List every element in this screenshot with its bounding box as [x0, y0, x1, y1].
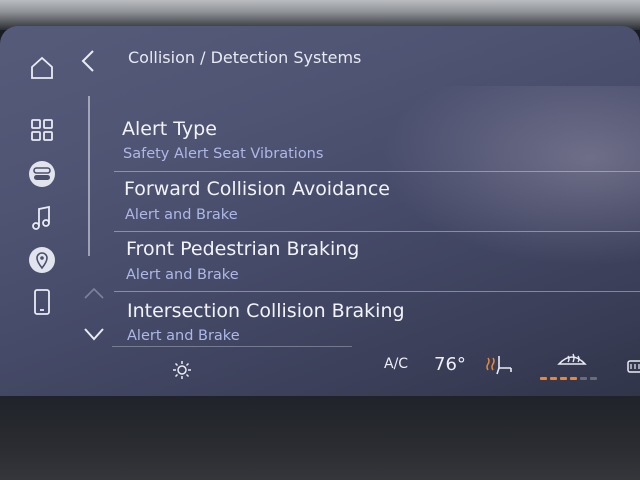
home-icon	[31, 56, 53, 79]
heated-seat-icon	[486, 356, 512, 375]
list-item-forward-collision-avoidance[interactable]: Forward Collision Avoidance Alert and Br…	[114, 172, 640, 232]
list-item-title: Intersection Collision Braking	[127, 300, 405, 322]
temperature-display[interactable]: 76°	[434, 354, 466, 375]
chevron-down-icon	[84, 328, 104, 341]
brightness-icon	[173, 361, 191, 379]
music-note-icon	[32, 205, 50, 230]
fan-level-dot	[590, 377, 597, 380]
screen-bezel-bottom	[0, 396, 640, 480]
apps-button[interactable]	[20, 112, 64, 148]
scroll-track	[88, 96, 90, 256]
back-button[interactable]	[74, 46, 102, 76]
fan-level-dot	[560, 377, 567, 380]
heated-seat-button[interactable]	[484, 354, 514, 380]
chevron-left-icon	[81, 50, 94, 72]
toggle-icon	[29, 161, 55, 187]
brightness-button[interactable]	[172, 360, 192, 384]
defrost-button[interactable]	[556, 348, 588, 378]
list-item-value: Alert and Brake	[125, 207, 238, 223]
navigation-button[interactable]	[20, 242, 64, 278]
climate-bar	[0, 350, 640, 390]
location-pin-icon	[29, 247, 55, 273]
scroll-down-button[interactable]	[82, 324, 106, 344]
audio-button[interactable]	[20, 200, 64, 236]
rear-defrost-icon	[627, 360, 640, 373]
list-item-intersection-collision-braking[interactable]: Intersection Collision Braking Alert and…	[114, 292, 640, 346]
list-item-value: Alert and Brake	[126, 267, 239, 283]
list-item-alert-type[interactable]: Alert Type Safety Alert Seat Vibrations	[114, 112, 640, 172]
home-button[interactable]	[20, 50, 64, 86]
list-item-title: Alert Type	[122, 118, 217, 140]
page-title: Collision / Detection Systems	[128, 48, 362, 67]
ac-button[interactable]: A/C	[384, 356, 408, 372]
list-item-value: Alert and Brake	[127, 328, 240, 344]
fan-level-dot	[550, 377, 557, 380]
list-item-value: Safety Alert Seat Vibrations	[123, 146, 324, 162]
list-item-title: Forward Collision Avoidance	[124, 178, 390, 200]
apps-grid-icon	[31, 119, 53, 141]
list-item-front-pedestrian-braking[interactable]: Front Pedestrian Braking Alert and Brake	[114, 232, 640, 292]
list-item-title: Front Pedestrian Braking	[126, 238, 360, 260]
climate-divider	[112, 346, 352, 347]
chevron-up-icon	[84, 287, 104, 299]
phone-icon	[34, 289, 50, 315]
rear-defrost-button[interactable]	[626, 358, 640, 380]
defrost-icon	[557, 353, 587, 365]
fan-level-dot	[580, 377, 587, 380]
fan-level-dot	[570, 377, 577, 380]
fan-level-dot	[540, 377, 547, 380]
scroll-up-button[interactable]	[82, 284, 106, 302]
fan-level-indicator	[540, 377, 597, 380]
phone-button[interactable]	[20, 284, 64, 320]
controls-button[interactable]	[20, 156, 64, 192]
